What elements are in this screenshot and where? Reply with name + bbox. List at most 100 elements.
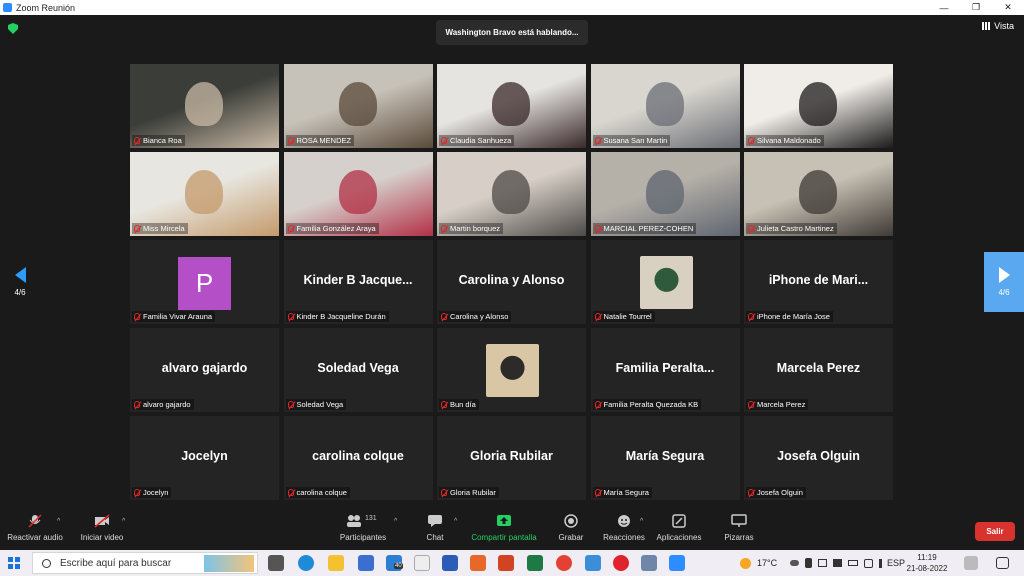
weather-widget[interactable]: 17°C: [740, 550, 777, 576]
participant-display-name: Gloria Rubilar: [470, 449, 553, 463]
chrome-icon[interactable]: [556, 555, 572, 571]
zoom-taskbar-icon[interactable]: [669, 555, 685, 571]
participant-name-label: Kinder B Jacqueline Durán: [285, 311, 389, 322]
reactions-button[interactable]: Reacciones: [600, 506, 648, 550]
reactions-options-caret[interactable]: ^: [640, 518, 643, 525]
participants-options-caret[interactable]: ^: [394, 518, 397, 525]
notifications-icon[interactable]: [996, 557, 1009, 569]
participant-name: Martin borquez: [450, 224, 501, 233]
mail-icon[interactable]: 40: [386, 555, 403, 571]
participant-tile[interactable]: Martin borquez: [437, 152, 586, 236]
excel-icon[interactable]: [527, 555, 543, 571]
language-indicator[interactable]: ESP: [887, 550, 905, 576]
close-button[interactable]: ✕: [992, 0, 1024, 15]
apps-button[interactable]: Aplicaciones: [654, 506, 704, 550]
participant-tile[interactable]: Bun día: [437, 328, 586, 412]
muted-microphone-icon: [441, 489, 447, 496]
participant-tile[interactable]: alvaro gajardo alvaro gajardo: [130, 328, 279, 412]
participant-name: alvaro gajardo: [143, 400, 191, 409]
view-button[interactable]: Vista: [982, 21, 1014, 31]
word-icon[interactable]: [442, 555, 458, 571]
start-video-button[interactable]: Iniciar video: [76, 506, 128, 550]
participant-display-name: Jocelyn: [181, 449, 228, 463]
audio-options-caret[interactable]: ^: [57, 518, 60, 525]
participant-name-label: Natalie Tourrel: [592, 311, 655, 322]
windows-start-icon[interactable]: [8, 557, 20, 569]
whiteboards-button[interactable]: Pizarras: [718, 506, 760, 550]
record-button[interactable]: Grabar: [552, 506, 590, 550]
participant-tile[interactable]: P Familia Vivar Arauna: [130, 240, 279, 324]
maximize-button[interactable]: ❐: [960, 0, 992, 15]
camera-icon: [833, 559, 842, 567]
widgets-icon[interactable]: [964, 556, 978, 570]
participant-name: Julieta Castro Martinez: [757, 224, 834, 233]
participant-tile[interactable]: MARCIAL PEREZ-COHEN: [590, 152, 740, 236]
participant-tile[interactable]: Julieta Castro Martinez: [744, 152, 893, 236]
apps-icon: [671, 514, 687, 528]
chat-button[interactable]: Chat: [416, 506, 454, 550]
chat-options-caret[interactable]: ^: [454, 518, 457, 525]
participant-tile[interactable]: Familia González Araya: [283, 152, 433, 236]
participant-display-name: carolina colque: [312, 449, 404, 463]
participant-tile[interactable]: Josefa Olguin Josefa Olguin: [744, 416, 893, 500]
page-indicator-left: 4/6: [14, 288, 26, 297]
minimize-button[interactable]: —: [928, 0, 960, 15]
arrow-right-icon: [998, 267, 1010, 283]
participants-count: 131: [365, 515, 377, 522]
muted-microphone-icon: [441, 313, 447, 320]
participant-name: MARCIAL PEREZ-COHEN: [603, 224, 694, 233]
file-explorer-icon[interactable]: [328, 555, 344, 571]
arrow-left-icon: [14, 267, 26, 283]
reactions-label: Reacciones: [603, 533, 645, 542]
leave-meeting-button[interactable]: Salir: [975, 522, 1015, 541]
record-label: Grabar: [558, 533, 584, 542]
task-view-icon[interactable]: [268, 555, 284, 571]
encryption-shield-icon[interactable]: [8, 23, 18, 34]
participant-tile[interactable]: Carolina y Alonso Carolina y Alonso: [437, 240, 586, 324]
opera-icon[interactable]: [613, 555, 629, 571]
system-tray-icons[interactable]: [790, 550, 888, 576]
app-icon[interactable]: [585, 555, 601, 571]
participant-display-name: Marcela Perez: [776, 361, 861, 375]
participants-button[interactable]: 131 Participantes: [334, 506, 392, 550]
people-icon[interactable]: [641, 555, 657, 571]
muted-microphone-icon: [134, 313, 140, 320]
taskbar-search-box[interactable]: Escribe aquí para buscar: [32, 552, 258, 574]
view-label: Vista: [994, 21, 1014, 31]
participant-tile[interactable]: Kinder B Jacque... Kinder B Jacqueline Du…: [283, 240, 433, 324]
participant-tile[interactable]: Soledad Vega Soledad Vega: [283, 328, 433, 412]
participant-tile[interactable]: Silvana Maldonado: [744, 64, 893, 148]
page-indicator-right: 4/6: [998, 288, 1010, 297]
paint-icon[interactable]: [414, 555, 430, 571]
previous-page-button[interactable]: 4/6: [0, 252, 40, 312]
muted-microphone-icon: [287, 137, 294, 144]
participant-tile[interactable]: ROSA MENDEZ: [283, 64, 433, 148]
participant-tile[interactable]: iPhone de Mari... iPhone de María Jose: [744, 240, 893, 324]
participant-tile[interactable]: Gloria Rubilar Gloria Rubilar: [437, 416, 586, 500]
share-screen-button[interactable]: Compartir pantalla: [468, 506, 540, 550]
participant-silhouette: [645, 170, 684, 214]
participant-name-label: María Segura: [592, 487, 652, 498]
participant-tile[interactable]: Miss Mircela: [130, 152, 279, 236]
participant-gallery: Bianca Roa ROSA MENDEZ Claudia Sanhueza Sus…: [130, 64, 894, 501]
edge-browser-icon[interactable]: [298, 555, 314, 571]
powerpoint-icon[interactable]: [498, 555, 514, 571]
taskbar-clock[interactable]: 11:19 21-08-2022: [905, 552, 949, 574]
unmute-audio-button[interactable]: Reactivar audio: [4, 506, 66, 550]
participant-tile[interactable]: Marcela Perez Marcela Perez: [744, 328, 893, 412]
participant-tile[interactable]: Jocelyn Jocelyn: [130, 416, 279, 500]
office-icon[interactable]: [470, 555, 486, 571]
participant-tile[interactable]: carolina colque carolina colque: [283, 416, 433, 500]
participant-name: Carolina y Alonso: [450, 312, 509, 321]
participant-tile[interactable]: Bianca Roa: [130, 64, 279, 148]
muted-microphone-icon: [287, 489, 294, 496]
participant-tile[interactable]: Familia Peralta... Familia Peralta Quezad…: [590, 328, 740, 412]
participant-tile[interactable]: María Segura María Segura: [590, 416, 740, 500]
store-icon[interactable]: [358, 555, 374, 571]
video-options-caret[interactable]: ^: [122, 518, 125, 525]
muted-microphone-icon: [748, 313, 754, 320]
participant-tile[interactable]: Natalie Tourrel: [590, 240, 740, 324]
next-page-button[interactable]: 4/6: [984, 252, 1024, 312]
participant-tile[interactable]: Susana San Martin: [590, 64, 740, 148]
participant-tile[interactable]: Claudia Sanhueza: [437, 64, 586, 148]
